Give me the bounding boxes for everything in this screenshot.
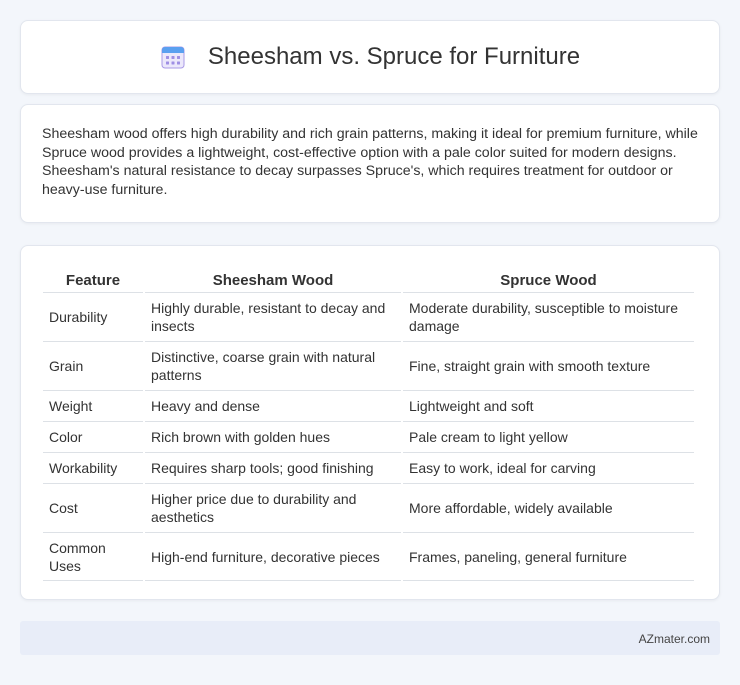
sheesham-cell: High-end furniture, decorative pieces	[145, 532, 401, 581]
table-row: Cost Higher price due to durability and …	[43, 483, 694, 532]
spruce-cell: Frames, paneling, general furniture	[403, 532, 694, 581]
footer-site-link[interactable]: AZmater.com	[639, 632, 710, 646]
feature-cell: Color	[43, 421, 143, 452]
spruce-cell: Moderate durability, susceptible to mois…	[403, 292, 694, 341]
table-row: Common Uses High-end furniture, decorati…	[43, 532, 694, 581]
comparison-table-card: Feature Sheesham Wood Spruce Wood Durabi…	[20, 245, 720, 600]
spruce-cell: Fine, straight grain with smooth texture	[403, 341, 694, 390]
sheesham-cell: Highly durable, resistant to decay and i…	[145, 292, 401, 341]
comparison-table: Feature Sheesham Wood Spruce Wood Durabi…	[41, 266, 696, 581]
sheesham-cell: Distinctive, coarse grain with natural p…	[145, 341, 401, 390]
header-feature: Feature	[65, 272, 121, 289]
page-title: Sheesham vs. Spruce for Furniture	[207, 43, 581, 70]
feature-cell: Grain	[43, 341, 143, 390]
spruce-cell: More affordable, widely available	[403, 483, 694, 532]
spruce-cell: Lightweight and soft	[403, 390, 694, 421]
calendar-icon	[161, 46, 185, 69]
header-sheesham: Sheesham Wood	[212, 272, 334, 289]
sheesham-cell: Rich brown with golden hues	[145, 421, 401, 452]
feature-cell: Cost	[43, 483, 143, 532]
table-header-row: Feature Sheesham Wood Spruce Wood	[43, 266, 694, 292]
sheesham-cell: Higher price due to durability and aesth…	[145, 483, 401, 532]
spruce-cell: Pale cream to light yellow	[403, 421, 694, 452]
feature-cell: Weight	[43, 390, 143, 421]
spruce-cell: Easy to work, ideal for carving	[403, 452, 694, 483]
table-row: Color Rich brown with golden hues Pale c…	[43, 421, 694, 452]
table-row: Weight Heavy and dense Lightweight and s…	[43, 390, 694, 421]
sheesham-cell: Requires sharp tools; good finishing	[145, 452, 401, 483]
feature-cell: Workability	[43, 452, 143, 483]
intro-card: Sheesham wood offers high durability and…	[20, 104, 720, 223]
intro-text: Sheesham wood offers high durability and…	[42, 126, 698, 199]
table-row: Grain Distinctive, coarse grain with nat…	[43, 341, 694, 390]
table-row: Durability Highly durable, resistant to …	[43, 292, 694, 341]
table-row: Workability Requires sharp tools; good f…	[43, 452, 694, 483]
footer: AZmater.com	[20, 621, 720, 655]
sheesham-cell: Heavy and dense	[145, 390, 401, 421]
feature-cell: Durability	[43, 292, 143, 341]
title-card: Sheesham vs. Spruce for Furniture	[20, 20, 720, 94]
header-spruce: Spruce Wood	[500, 272, 597, 289]
feature-cell: Common Uses	[43, 532, 143, 581]
